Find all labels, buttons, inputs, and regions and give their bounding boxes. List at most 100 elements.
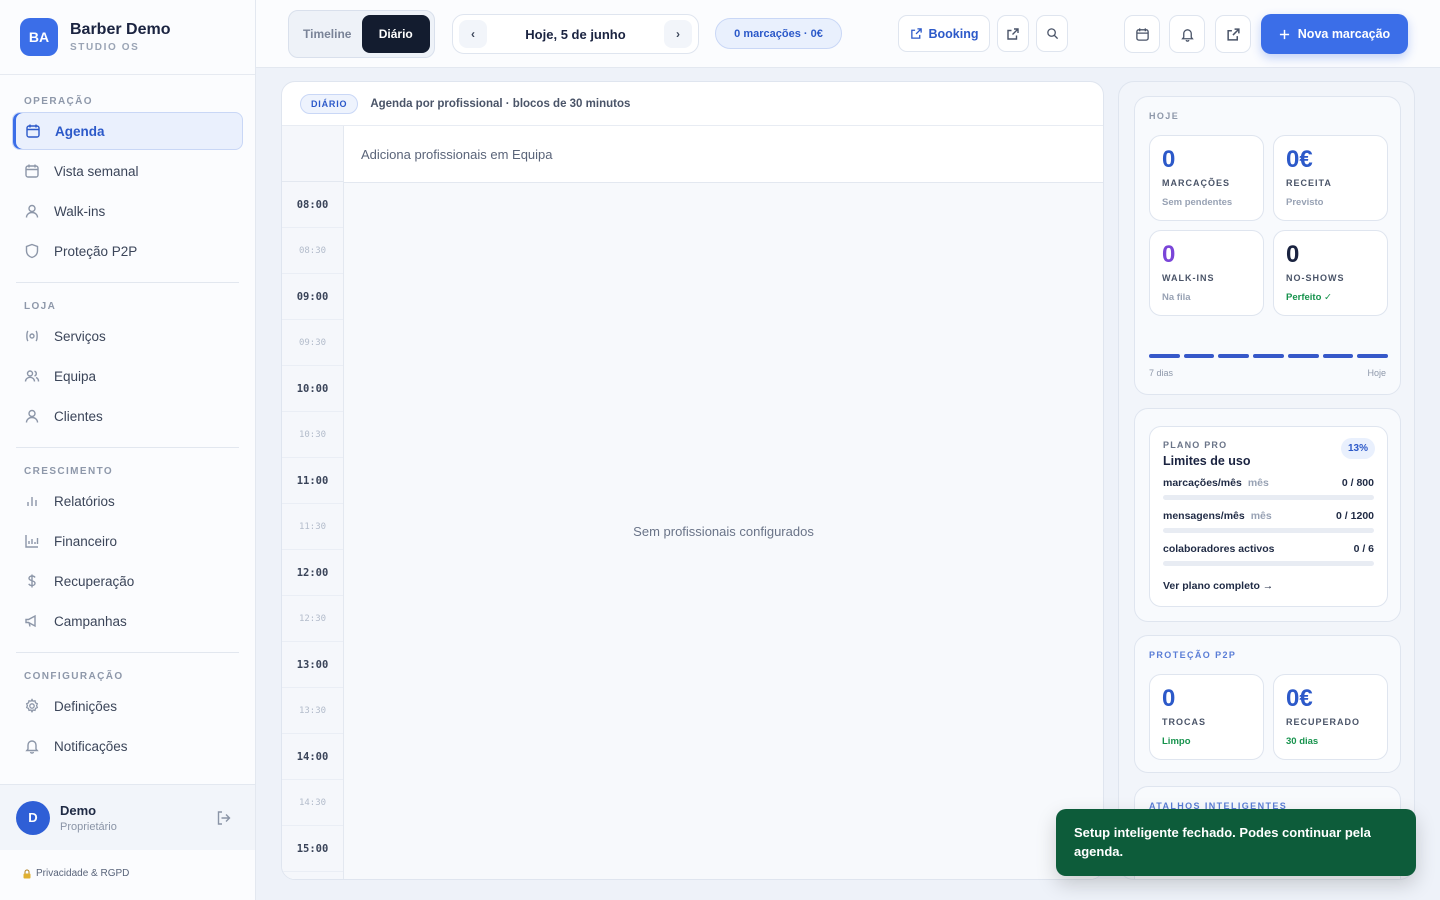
sidebar-item-label: Definições bbox=[54, 698, 118, 714]
date-navigator: ‹ Hoje, 5 de junho › bbox=[452, 14, 699, 54]
prev-day-button[interactable]: ‹ bbox=[459, 20, 487, 48]
limit-progress bbox=[1163, 495, 1374, 500]
next-day-button[interactable]: › bbox=[664, 20, 692, 48]
day-bar bbox=[1183, 354, 1215, 358]
sidebar-item-label: Serviços bbox=[54, 328, 106, 344]
sidebar-item-label: Relatórios bbox=[54, 493, 115, 509]
plan-heading: Limites de uso bbox=[1163, 454, 1251, 468]
external-link-icon bbox=[1006, 27, 1020, 41]
user-role: Proprietário bbox=[60, 820, 117, 833]
tab-diario[interactable]: Diário bbox=[361, 15, 430, 53]
user-profile[interactable]: D Demo Proprietário bbox=[0, 784, 255, 850]
kpi-value: 0 bbox=[1162, 685, 1176, 712]
calendar-icon bbox=[1135, 27, 1150, 42]
nav-section-title: OPERAÇÃO bbox=[24, 96, 93, 107]
limit-value: 0 / 6 bbox=[1353, 543, 1374, 555]
sidebar-item-agenda[interactable]: Agenda bbox=[12, 112, 243, 150]
sidebar-item-label: Vista semanal bbox=[54, 163, 139, 179]
booking-button[interactable]: Booking bbox=[898, 15, 990, 52]
time-slot-label: 10:30 bbox=[282, 412, 343, 458]
sidebar-item-label: Proteção P2P bbox=[54, 243, 138, 259]
kpi-receita[interactable]: 0€ RECEITA Previsto bbox=[1273, 135, 1388, 221]
limit-marcacoes: marcações/mês mês 0 / 800 bbox=[1163, 477, 1374, 500]
nav-section-crescimento: CRESCIMENTO Relatórios Financeiro Recupe… bbox=[0, 466, 255, 640]
agenda-subtitle: Agenda por profissional · blocos de 30 m… bbox=[370, 97, 631, 110]
kpi-marcacoes[interactable]: 0 MARCAÇÕES Sem pendentes bbox=[1149, 135, 1264, 221]
privacy-link[interactable]: Privacidade & RGPD bbox=[22, 868, 129, 879]
brand[interactable]: BA Barber Demo STUDIO OS bbox=[0, 0, 255, 75]
logout-icon[interactable] bbox=[215, 809, 233, 827]
share-button[interactable] bbox=[1215, 15, 1251, 53]
nav-divider bbox=[16, 447, 239, 448]
sidebar-item-label: Notificações bbox=[54, 738, 128, 754]
sidebar-item-protecao-p2p[interactable]: Proteção P2P bbox=[12, 232, 243, 270]
nav-divider bbox=[16, 652, 239, 653]
calendar-icon bbox=[25, 123, 41, 139]
bell-icon bbox=[24, 738, 40, 754]
notifications-button[interactable] bbox=[1169, 15, 1205, 53]
view-toggle: Timeline Diário bbox=[288, 10, 435, 58]
limit-value: 0 / 800 bbox=[1341, 477, 1374, 489]
new-booking-button[interactable]: Nova marcação bbox=[1261, 14, 1408, 54]
external-link-icon bbox=[910, 27, 923, 40]
brand-subtitle: STUDIO OS bbox=[70, 42, 140, 53]
professionals-header[interactable]: Adiciona profissionais em Equipa bbox=[344, 126, 1103, 183]
day-bar bbox=[1287, 354, 1319, 358]
user-name: Demo bbox=[60, 802, 97, 818]
services-icon bbox=[24, 328, 40, 344]
brand-name: Barber Demo bbox=[70, 21, 171, 38]
sidebar-item-campanhas[interactable]: Campanhas bbox=[12, 602, 243, 640]
kpi-sub: Na fila bbox=[1162, 292, 1191, 303]
kpi-recuperado[interactable]: 0€ RECUPERADO 30 dias bbox=[1273, 674, 1388, 760]
sidebar-item-recuperacao[interactable]: Recuperação bbox=[12, 562, 243, 600]
time-slot-label: 11:00 bbox=[282, 458, 343, 504]
avatar: D bbox=[16, 800, 50, 835]
sidebar-item-relatorios[interactable]: Relatórios bbox=[12, 482, 243, 520]
limit-progress bbox=[1163, 561, 1374, 566]
calendar-button[interactable] bbox=[1124, 15, 1160, 53]
plan-percent-badge: 13% bbox=[1341, 438, 1375, 459]
agenda-header: DIÁRIO Agenda por profissional · blocos … bbox=[282, 82, 1103, 126]
time-slot-label: 10:00 bbox=[282, 366, 343, 412]
kpi-walk-ins[interactable]: 0 WALK-INS Na fila bbox=[1149, 230, 1264, 316]
sidebar-item-financeiro[interactable]: Financeiro bbox=[12, 522, 243, 560]
day-bar bbox=[1149, 354, 1180, 358]
sidebar-item-notificacoes[interactable]: Notificações bbox=[12, 727, 243, 765]
new-booking-label: Nova marcação bbox=[1297, 27, 1391, 41]
limit-mensagens: mensagens/mês mês 0 / 1200 bbox=[1163, 510, 1374, 533]
day-bar bbox=[1322, 354, 1354, 358]
sidebar-item-vista-semanal[interactable]: Vista semanal bbox=[12, 152, 243, 190]
sidebar-item-definicoes[interactable]: Definições bbox=[12, 687, 243, 725]
sidebar-item-clientes[interactable]: Clientes bbox=[12, 397, 243, 435]
sidebar-item-label: Walk-ins bbox=[54, 203, 106, 219]
toast-notification[interactable]: Setup inteligente fechado. Podes continu… bbox=[1056, 809, 1416, 876]
kpi-value: 0 bbox=[1162, 146, 1176, 173]
bell-icon bbox=[1180, 27, 1195, 42]
day-bar bbox=[1218, 354, 1250, 358]
tab-timeline[interactable]: Timeline bbox=[293, 15, 362, 53]
bar-chart-icon bbox=[24, 493, 40, 509]
sidebar-item-equipa[interactable]: Equipa bbox=[12, 357, 243, 395]
gear-icon bbox=[24, 698, 40, 714]
sidebar-item-walk-ins[interactable]: Walk-ins bbox=[12, 192, 243, 230]
kpi-value: 0€ bbox=[1286, 685, 1313, 712]
kpi-sub: Perfeito ✓ bbox=[1286, 292, 1332, 303]
plan-title: PLANO PRO bbox=[1163, 440, 1228, 450]
search-button[interactable] bbox=[1036, 15, 1068, 52]
agenda-grid[interactable]: Sem profissionais configurados bbox=[344, 183, 1103, 879]
p2p-card: PROTEÇÃO P2P 0 TROCAS Limpo 0€ RECUPERAD… bbox=[1134, 635, 1401, 773]
view-tag: DIÁRIO bbox=[300, 93, 359, 114]
sidebar-item-servicos[interactable]: Serviços bbox=[12, 317, 243, 355]
time-slot-label: 09:00 bbox=[282, 274, 343, 320]
time-column: 08:00 08:30 09:00 09:30 10:00 10:30 11:00 11:30… bbox=[282, 126, 344, 879]
view-plan-link[interactable]: Ver plano completo → bbox=[1163, 580, 1273, 592]
day-bar bbox=[1357, 354, 1389, 358]
kpi-value: 0 bbox=[1162, 241, 1176, 268]
sidebar-item-label: Agenda bbox=[55, 123, 105, 139]
current-date[interactable]: Hoje, 5 de junho bbox=[525, 27, 625, 42]
open-external-button[interactable] bbox=[997, 15, 1029, 52]
kpi-trocas[interactable]: 0 TROCAS Limpo bbox=[1149, 674, 1264, 760]
time-slot-label: 14:00 bbox=[282, 734, 343, 780]
kpi-no-shows[interactable]: 0 NO-SHOWS Perfeito ✓ bbox=[1273, 230, 1388, 316]
time-slot-label: 13:00 bbox=[282, 642, 343, 688]
